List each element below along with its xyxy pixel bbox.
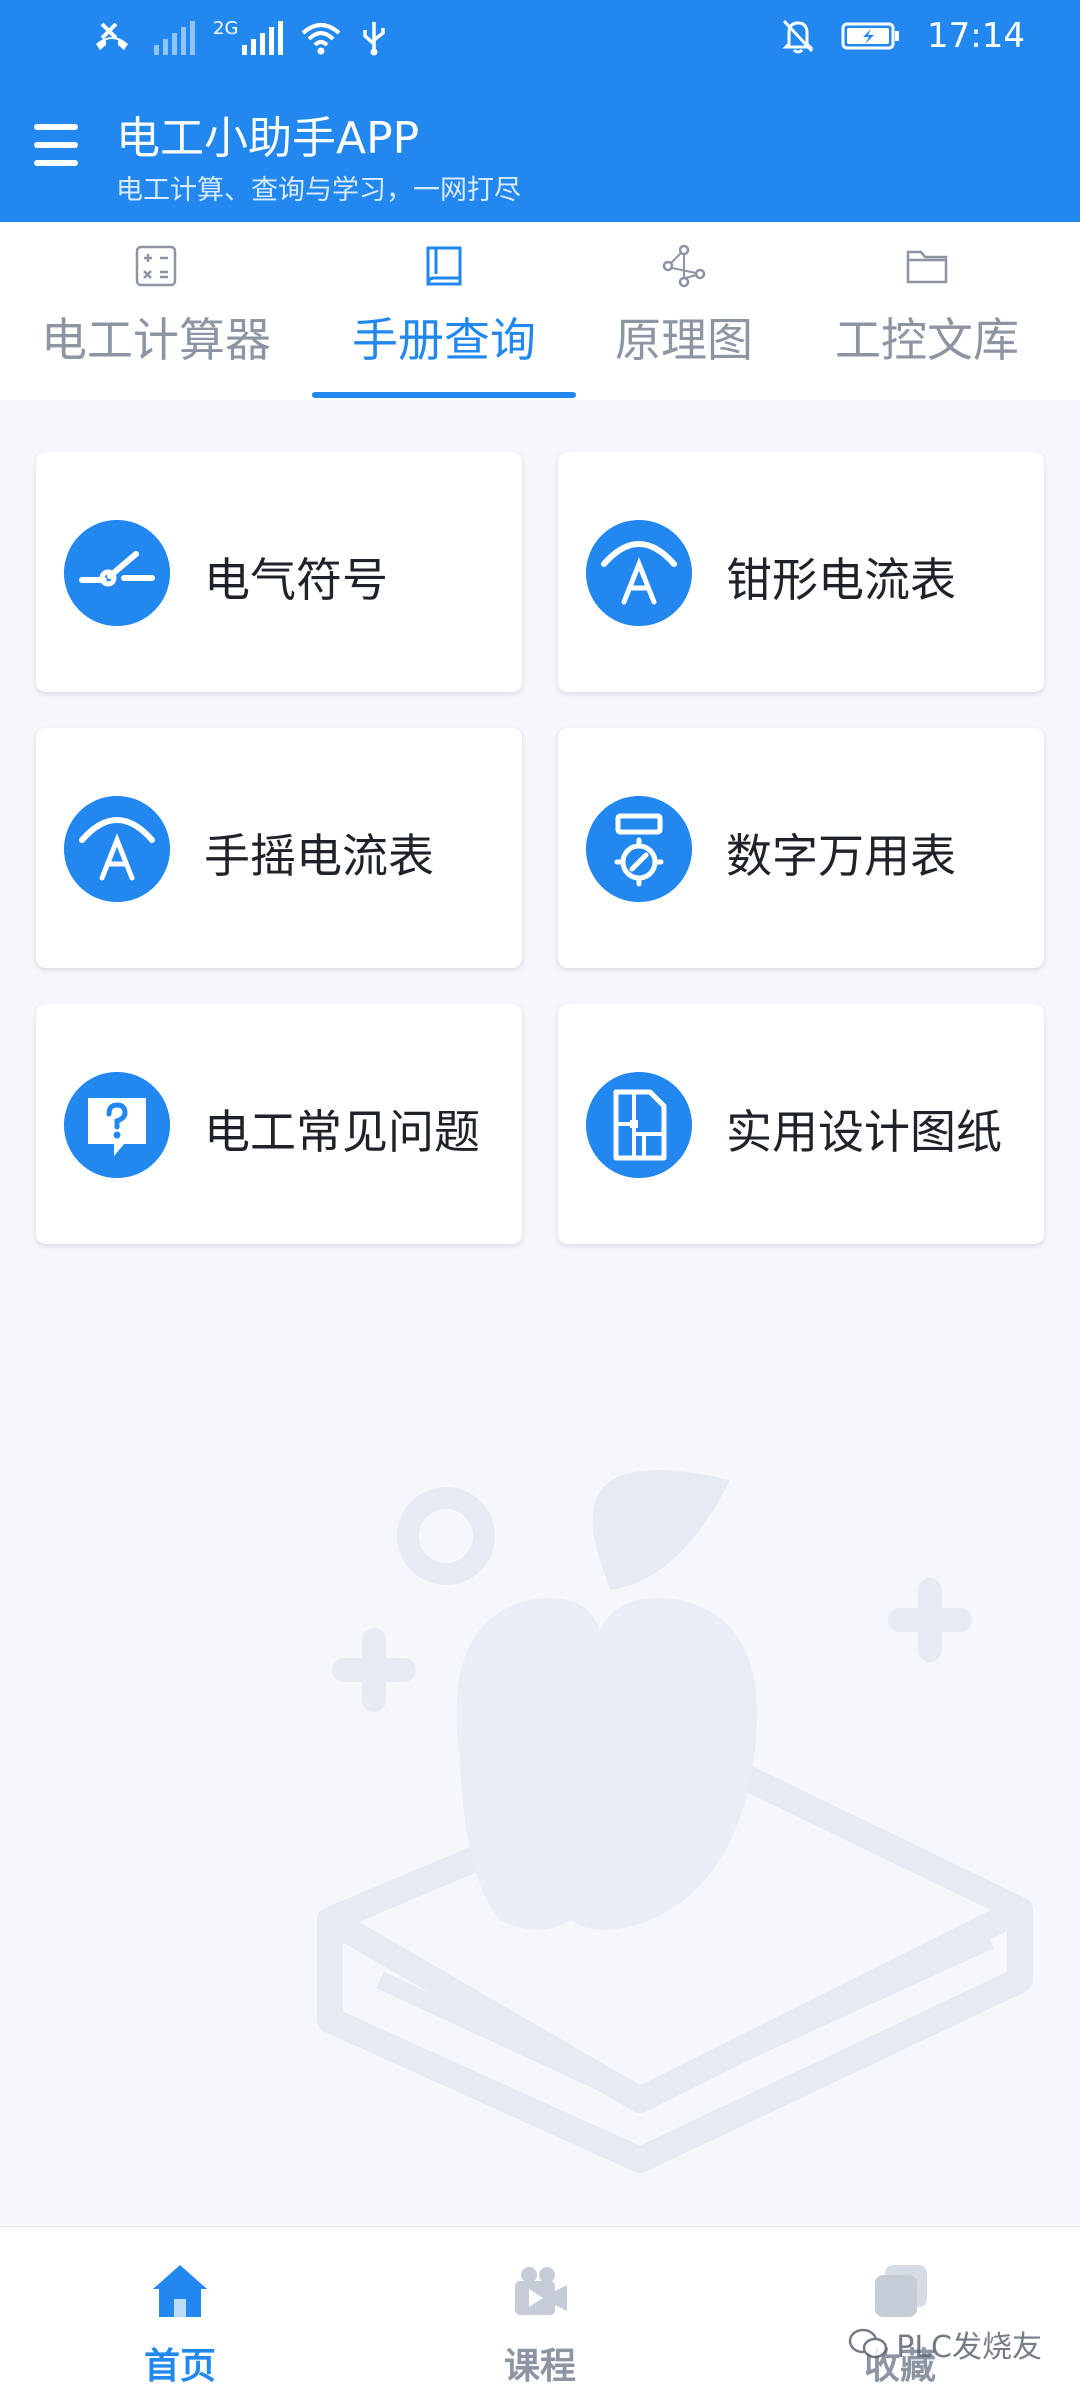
card-label: 电气符号 bbox=[204, 553, 388, 607]
battery-icon bbox=[841, 22, 900, 50]
tab-active-indicator bbox=[312, 392, 576, 398]
card-design-drawings[interactable]: 实用设计图纸 bbox=[558, 1004, 1044, 1244]
share-graph-icon bbox=[662, 244, 706, 288]
card-label: 数字万用表 bbox=[726, 829, 956, 883]
multimeter-icon bbox=[586, 796, 692, 902]
card-electrical-symbols[interactable]: 电气符号 bbox=[36, 452, 522, 692]
ammeter-icon bbox=[586, 520, 692, 626]
bell-muted-icon bbox=[782, 19, 814, 54]
signal-icon bbox=[154, 21, 195, 55]
card-hand-ammeter[interactable]: 手摇电流表 bbox=[36, 728, 522, 968]
card-label: 实用设计图纸 bbox=[726, 1105, 1002, 1159]
status-time: 17:14 bbox=[927, 16, 1025, 56]
hamburger-icon[interactable] bbox=[34, 124, 78, 172]
category-tabs: 电工计算器 手册查询 原理图 工控文库 bbox=[0, 222, 1080, 400]
nav-label: 课程 bbox=[503, 2346, 576, 2387]
bottom-navigation: 首页 课程 收藏 bbox=[0, 2226, 1080, 2400]
card-label: 电工常见问题 bbox=[204, 1105, 480, 1159]
nav-courses[interactable]: 课程 bbox=[440, 2227, 640, 2400]
missed-call-icon bbox=[96, 22, 128, 50]
wechat-icon bbox=[848, 2328, 888, 2359]
tab-library[interactable]: 工控文库 bbox=[792, 222, 1062, 400]
apple-book-illustration bbox=[317, 1470, 1033, 2173]
tab-schematic[interactable]: 原理图 bbox=[576, 222, 792, 400]
nav-home[interactable]: 首页 bbox=[80, 2227, 280, 2400]
question-bubble-icon bbox=[64, 1072, 170, 1178]
app-title: 电工小助手APP bbox=[116, 113, 420, 164]
card-faq[interactable]: 电工常见问题 bbox=[36, 1004, 522, 1244]
home-icon bbox=[153, 2265, 207, 2317]
switch-symbol-icon bbox=[64, 520, 170, 626]
stack-icon bbox=[875, 2265, 927, 2317]
app-subtitle: 电工计算、查询与学习，一网打尽 bbox=[116, 175, 521, 206]
usb-icon bbox=[363, 22, 386, 56]
signal-2g-icon bbox=[242, 21, 284, 55]
watermark: PLC发烧友 bbox=[848, 2322, 1042, 2366]
watermark-text: PLC发烧友 bbox=[896, 2330, 1042, 2365]
tab-label: 原理图 bbox=[615, 313, 753, 367]
folder-icon bbox=[906, 250, 948, 284]
book-icon bbox=[426, 246, 462, 286]
card-clamp-meter[interactable]: 钳形电流表 bbox=[558, 452, 1044, 692]
card-multimeter[interactable]: 数字万用表 bbox=[558, 728, 1044, 968]
calculator-icon bbox=[135, 245, 177, 287]
wifi-icon bbox=[302, 23, 341, 55]
nav-label: 首页 bbox=[143, 2346, 216, 2387]
ammeter-icon bbox=[64, 796, 170, 902]
blueprint-icon bbox=[586, 1072, 692, 1178]
app-header: 电工小助手APP 电工计算、查询与学习，一网打尽 bbox=[0, 80, 1080, 222]
tab-label: 工控文库 bbox=[835, 313, 1019, 367]
tab-calculator[interactable]: 电工计算器 bbox=[0, 222, 312, 400]
video-icon bbox=[515, 2267, 567, 2315]
tab-label: 手册查询 bbox=[352, 313, 536, 367]
tab-manual[interactable]: 手册查询 bbox=[312, 222, 576, 400]
nav-favorites[interactable]: 收藏 bbox=[800, 2227, 1000, 2400]
tab-label: 电工计算器 bbox=[41, 313, 271, 367]
status-bar: 2G 17:14 bbox=[0, 0, 1080, 80]
card-label: 手摇电流表 bbox=[204, 829, 434, 883]
card-label: 钳形电流表 bbox=[726, 553, 956, 607]
network-type-label: 2G bbox=[213, 18, 239, 39]
